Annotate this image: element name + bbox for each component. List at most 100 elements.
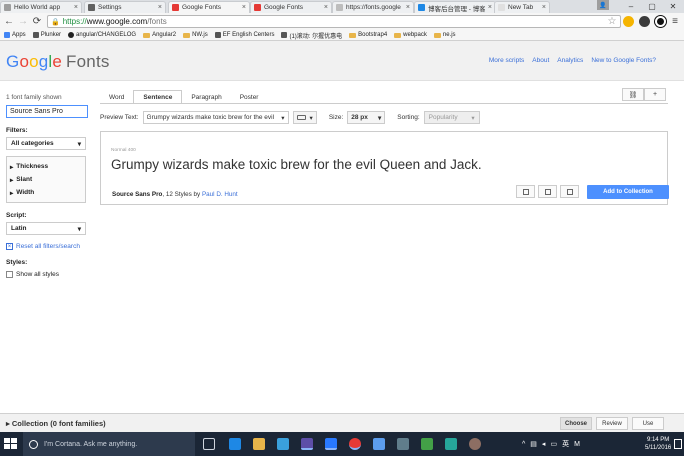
chrome-icon[interactable] bbox=[349, 438, 361, 450]
tab-paragraph[interactable]: Paragraph bbox=[182, 90, 230, 104]
tab-word[interactable]: Word bbox=[100, 90, 133, 104]
edge-icon[interactable] bbox=[229, 438, 241, 450]
reset-filters-link[interactable]: × Reset all filters/search bbox=[6, 243, 90, 250]
google-fonts-logo[interactable]: Google Fonts bbox=[6, 52, 110, 72]
ime-mode[interactable]: M bbox=[574, 441, 580, 448]
address-bar[interactable]: 🔒 https://www.google.com/fonts bbox=[47, 15, 621, 28]
filter-width[interactable]: ▸ Width bbox=[10, 186, 82, 199]
input-language[interactable]: 英 bbox=[562, 439, 569, 449]
browser-tab[interactable]: Settings × bbox=[84, 1, 166, 13]
vs-code-icon[interactable] bbox=[325, 438, 337, 450]
quick-use-button[interactable] bbox=[516, 185, 535, 198]
forward-icon[interactable]: → bbox=[17, 15, 29, 28]
bookmark-item[interactable]: EF English Centers bbox=[214, 32, 274, 38]
browser-tab[interactable]: Google Fonts × bbox=[168, 1, 250, 13]
plus-icon[interactable]: + bbox=[644, 88, 666, 101]
browser-tab[interactable]: 博客后台管理 - 博客 × bbox=[414, 1, 496, 13]
tab-title: Hello World app bbox=[14, 4, 61, 11]
script-select[interactable]: Latin ▾ bbox=[6, 222, 86, 235]
close-icon[interactable]: ✕ bbox=[662, 0, 684, 13]
tab-favicon bbox=[418, 4, 425, 11]
collection-title[interactable]: ▸ Collection (0 font families) bbox=[6, 419, 106, 428]
chevron-down-icon: ▾ bbox=[378, 114, 382, 122]
minimize-icon[interactable]: – bbox=[620, 0, 642, 13]
filter-thickness[interactable]: ▸ Thickness bbox=[10, 160, 82, 173]
header-link[interactable]: More scripts bbox=[489, 57, 524, 64]
windows-start-icon[interactable] bbox=[4, 438, 17, 450]
app-icon[interactable] bbox=[469, 438, 481, 450]
tab-close-icon[interactable]: × bbox=[488, 4, 492, 11]
bookmark-item[interactable]: Apps bbox=[4, 32, 26, 38]
size-select[interactable]: 28 px ▾ bbox=[347, 111, 386, 124]
app-icon[interactable] bbox=[445, 438, 457, 450]
tab-close-icon[interactable]: × bbox=[74, 4, 78, 11]
maximize-icon[interactable]: ▢ bbox=[641, 0, 663, 13]
bookmark-item[interactable]: webpack bbox=[394, 32, 427, 38]
network-icon[interactable]: ▤ bbox=[530, 440, 537, 448]
extension-icon[interactable] bbox=[639, 16, 650, 27]
choose-step-button[interactable]: Choose bbox=[560, 417, 592, 430]
font-search-input[interactable] bbox=[6, 105, 88, 118]
bookmark-item[interactable]: NW.js bbox=[183, 32, 208, 38]
app-icon[interactable] bbox=[373, 438, 385, 450]
collection-label: Collection (0 font families) bbox=[11, 419, 106, 428]
task-view-icon[interactable] bbox=[203, 438, 215, 450]
tab-close-icon[interactable]: × bbox=[242, 4, 246, 11]
page-icon bbox=[214, 32, 221, 38]
tab-close-icon[interactable]: × bbox=[158, 4, 162, 11]
store-icon[interactable] bbox=[277, 438, 289, 450]
bookmark-star-icon[interactable]: ☆ bbox=[606, 15, 618, 28]
tab-close-icon[interactable]: × bbox=[406, 4, 410, 11]
header-link[interactable]: Analytics bbox=[557, 57, 583, 64]
tab-close-icon[interactable]: × bbox=[324, 4, 328, 11]
extension-icon[interactable] bbox=[655, 16, 666, 27]
back-icon[interactable]: ← bbox=[3, 15, 15, 28]
file-explorer-icon[interactable] bbox=[253, 438, 265, 450]
link-icon[interactable]: ⛓ bbox=[622, 88, 644, 101]
reload-icon[interactable]: ⟳ bbox=[31, 15, 43, 28]
use-step-button[interactable]: Use bbox=[632, 417, 664, 430]
cortana-search-box[interactable]: I'm Cortana. Ask me anything. bbox=[23, 432, 195, 456]
app-icon[interactable] bbox=[397, 438, 409, 450]
action-center-icon[interactable] bbox=[674, 439, 682, 449]
user-icon[interactable]: 👤 bbox=[597, 0, 609, 10]
review-step-button[interactable]: Review bbox=[596, 417, 628, 430]
font-family-name[interactable]: Source Sans Pro bbox=[112, 191, 162, 198]
browser-tab[interactable]: Google Fonts × bbox=[250, 1, 332, 13]
bookmark-item[interactable]: ne.js bbox=[433, 32, 456, 38]
browser-tab[interactable]: New Tab × bbox=[494, 1, 550, 13]
bookmark-item[interactable]: angular/CHANGELOG bbox=[68, 32, 136, 38]
tab-sentence[interactable]: Sentence bbox=[133, 90, 183, 104]
visual-studio-icon[interactable] bbox=[301, 438, 313, 450]
tab-close-icon[interactable]: × bbox=[542, 4, 546, 11]
extension-icon[interactable] bbox=[623, 16, 634, 27]
header-link[interactable]: New to Google Fonts? bbox=[591, 57, 656, 64]
browser-tab[interactable]: Hello World app × bbox=[0, 1, 82, 13]
bookmark-item[interactable]: Plunker bbox=[32, 32, 61, 38]
show-all-styles-checkbox[interactable]: Show all styles bbox=[6, 271, 90, 278]
tab-poster[interactable]: Poster bbox=[231, 90, 268, 104]
chrome-menu-icon[interactable]: ≡ bbox=[669, 15, 681, 28]
battery-icon[interactable]: ▭ bbox=[550, 440, 557, 448]
keyboard-select[interactable]: ▾ bbox=[292, 111, 317, 124]
bookmark-item[interactable]: Bootstrap4 bbox=[349, 32, 387, 38]
add-to-collection-button[interactable]: Add to Collection bbox=[587, 185, 669, 199]
browser-tab[interactable]: https://fonts.google × bbox=[332, 1, 414, 13]
chevron-up-icon[interactable]: ^ bbox=[522, 441, 525, 448]
category-select[interactable]: All categories ▾ bbox=[6, 137, 86, 150]
speaker-icon[interactable]: ◂ bbox=[542, 440, 546, 448]
filter-slant[interactable]: ▸ Slant bbox=[10, 173, 82, 186]
browser-toolbar: ← → ⟳ 🔒 https://www.google.com/fonts ☆ ≡ bbox=[0, 13, 684, 30]
system-clock[interactable]: 9:14 PM 5/11/2016 bbox=[645, 436, 671, 452]
font-author-link[interactable]: Paul D. Hunt bbox=[202, 191, 238, 198]
pop-out-button[interactable] bbox=[538, 185, 557, 198]
sorting-select[interactable]: Popularity ▾ bbox=[423, 111, 480, 124]
preview-controls: Preview Text: Grumpy wizards make toxic … bbox=[100, 110, 668, 125]
preview-text-select[interactable]: Grumpy wizards make toxic brew for the e… bbox=[142, 111, 289, 124]
bookmark-item[interactable]: Angular2 bbox=[143, 32, 176, 38]
logo-product: Fonts bbox=[66, 52, 110, 71]
header-link[interactable]: About bbox=[532, 57, 549, 64]
app-icon[interactable] bbox=[421, 438, 433, 450]
bookmark-item[interactable]: (1)滚动: 尔握优惠电 bbox=[281, 31, 342, 40]
details-button[interactable] bbox=[560, 185, 579, 198]
